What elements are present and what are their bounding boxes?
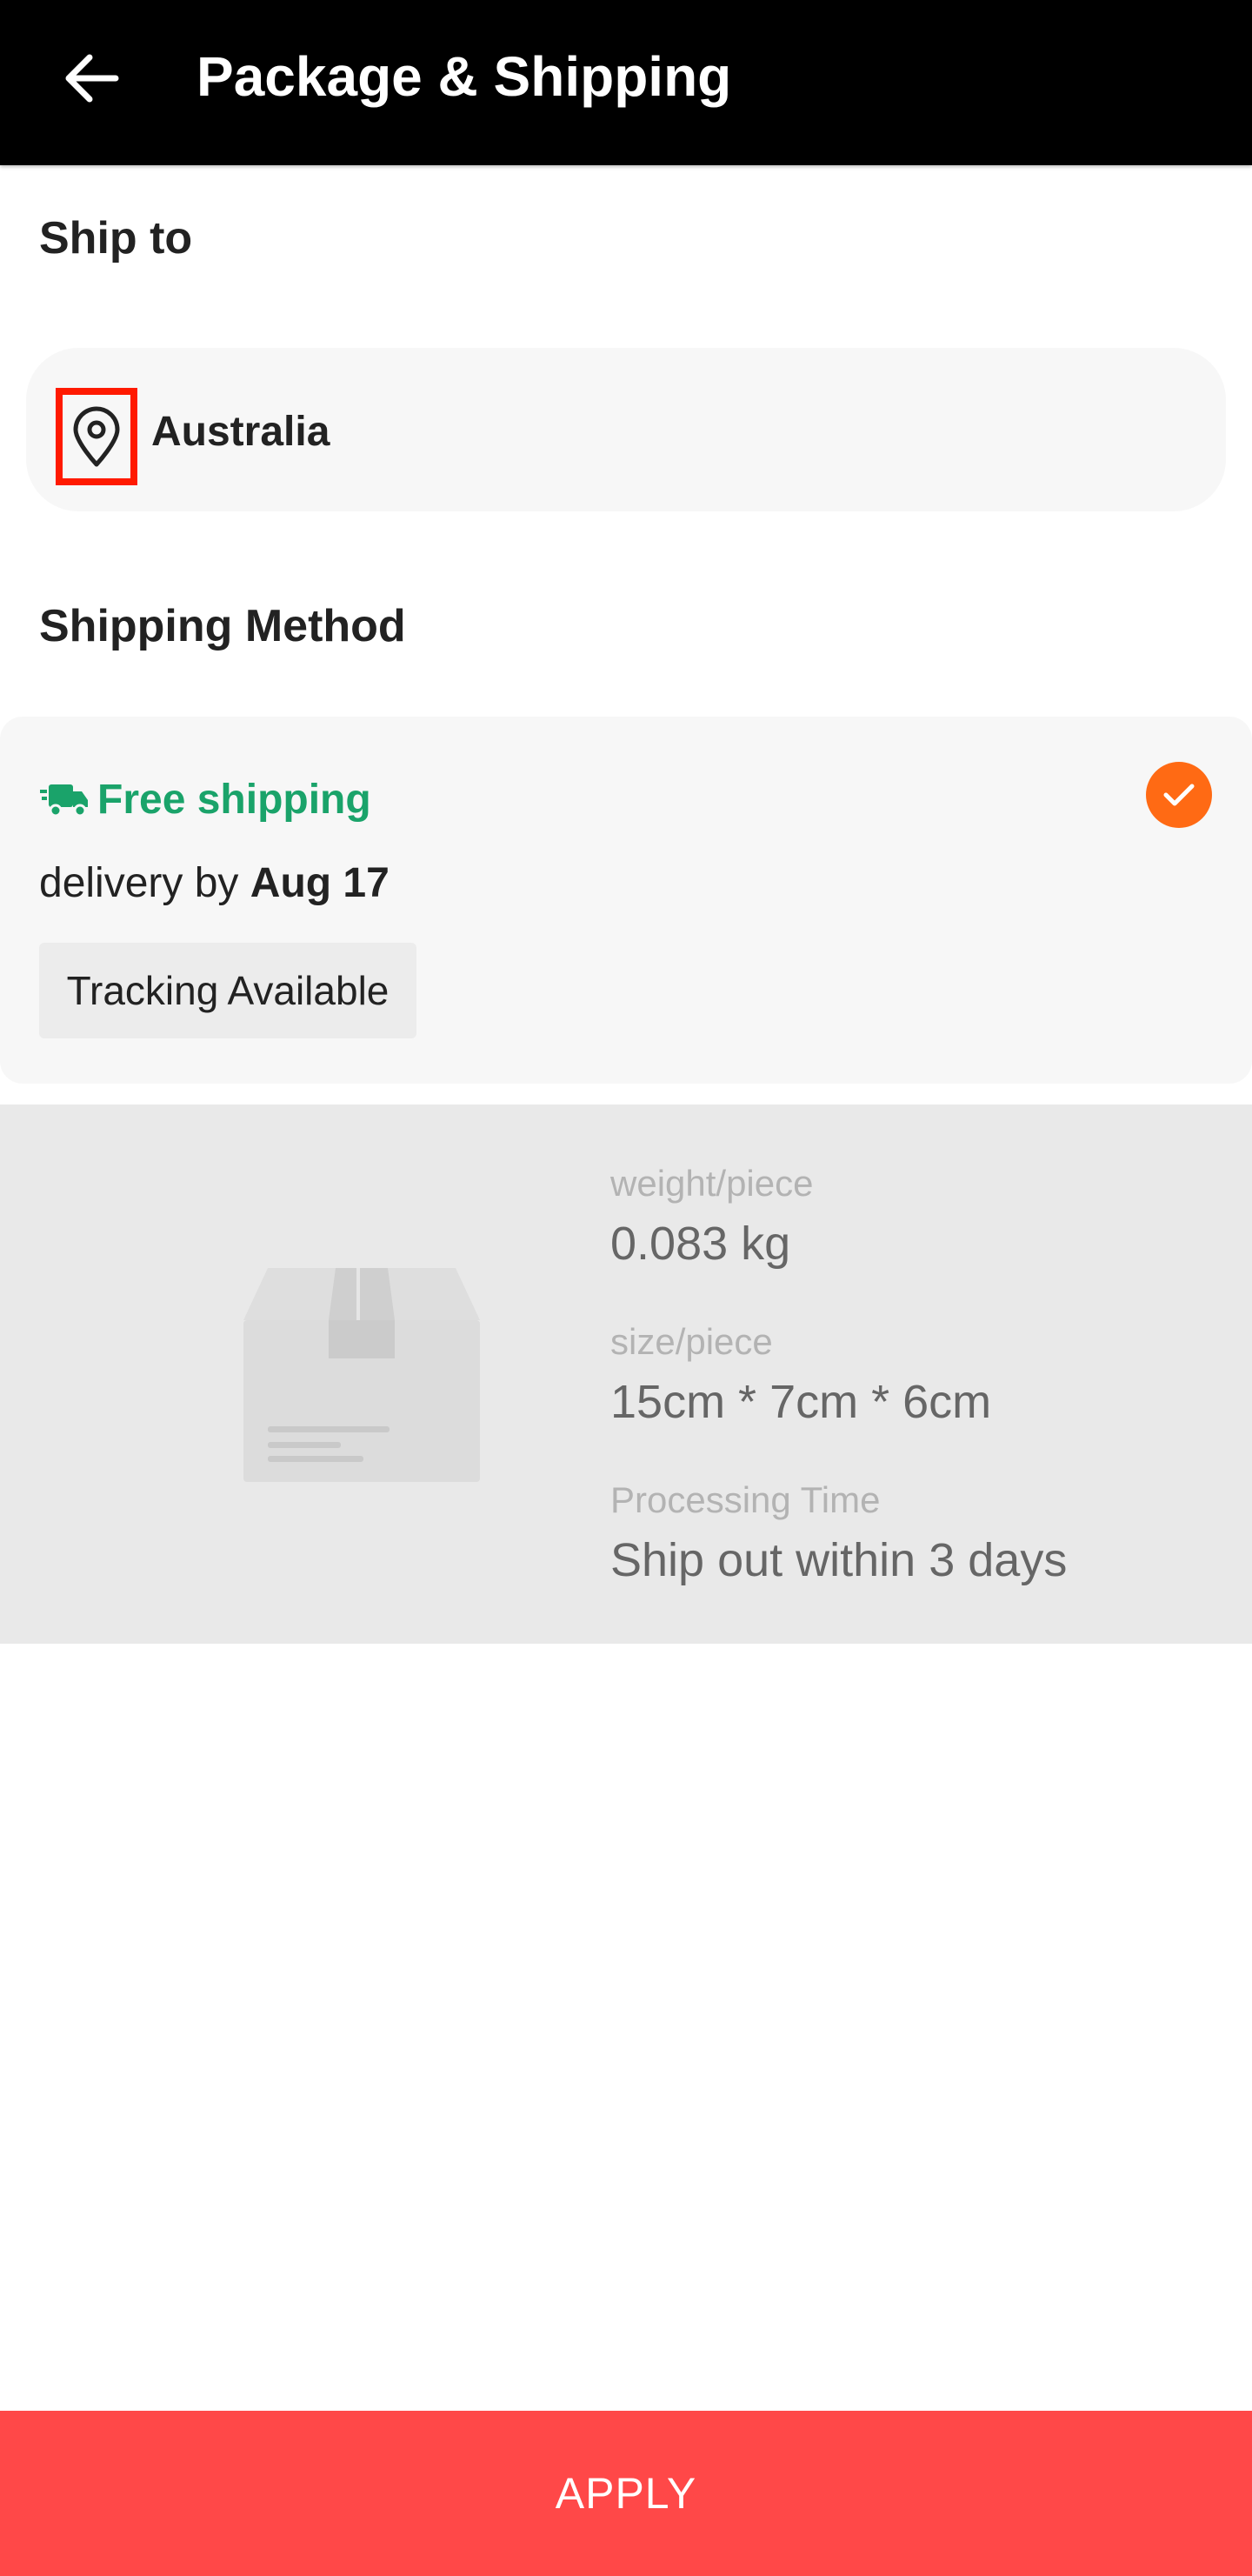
check-icon — [1163, 784, 1195, 806]
tracking-badge: Tracking Available — [39, 943, 416, 1038]
package-shipping-page: Package & Shipping Ship to Australia Shi… — [0, 0, 1252, 2576]
size-label: size/piece — [610, 1321, 773, 1362]
shipping-option-label: Free shipping — [97, 777, 371, 823]
country-label[interactable]: Australia — [151, 406, 330, 458]
delivery-date: Aug 17 — [250, 860, 390, 906]
processing-time-value: Ship out within 3 days — [610, 1534, 1068, 1586]
apply-button[interactable]: APPLY — [0, 2411, 1252, 2576]
weight-label: weight/piece — [610, 1163, 814, 1204]
back-button[interactable] — [52, 39, 130, 117]
truck-icon — [40, 784, 88, 818]
size-value: 15cm * 7cm * 6cm — [610, 1376, 992, 1428]
weight-value: 0.083 kg — [610, 1218, 791, 1270]
delivery-estimate: delivery by Aug 17 — [39, 858, 390, 910]
ship-to-title: Ship to — [39, 213, 193, 264]
arrow-left-icon — [65, 54, 119, 103]
top-bar: Package & Shipping — [0, 0, 1252, 165]
processing-time-label: Processing Time — [610, 1479, 881, 1520]
shipping-method-title: Shipping Method — [39, 601, 406, 651]
map-pin-icon — [73, 406, 120, 467]
selected-indicator[interactable] — [1146, 762, 1212, 828]
location-pin-button[interactable] — [56, 388, 137, 485]
page-title: Package & Shipping — [196, 45, 732, 108]
delivery-prefix: delivery by — [39, 860, 239, 906]
package-box-icon — [243, 1268, 480, 1482]
